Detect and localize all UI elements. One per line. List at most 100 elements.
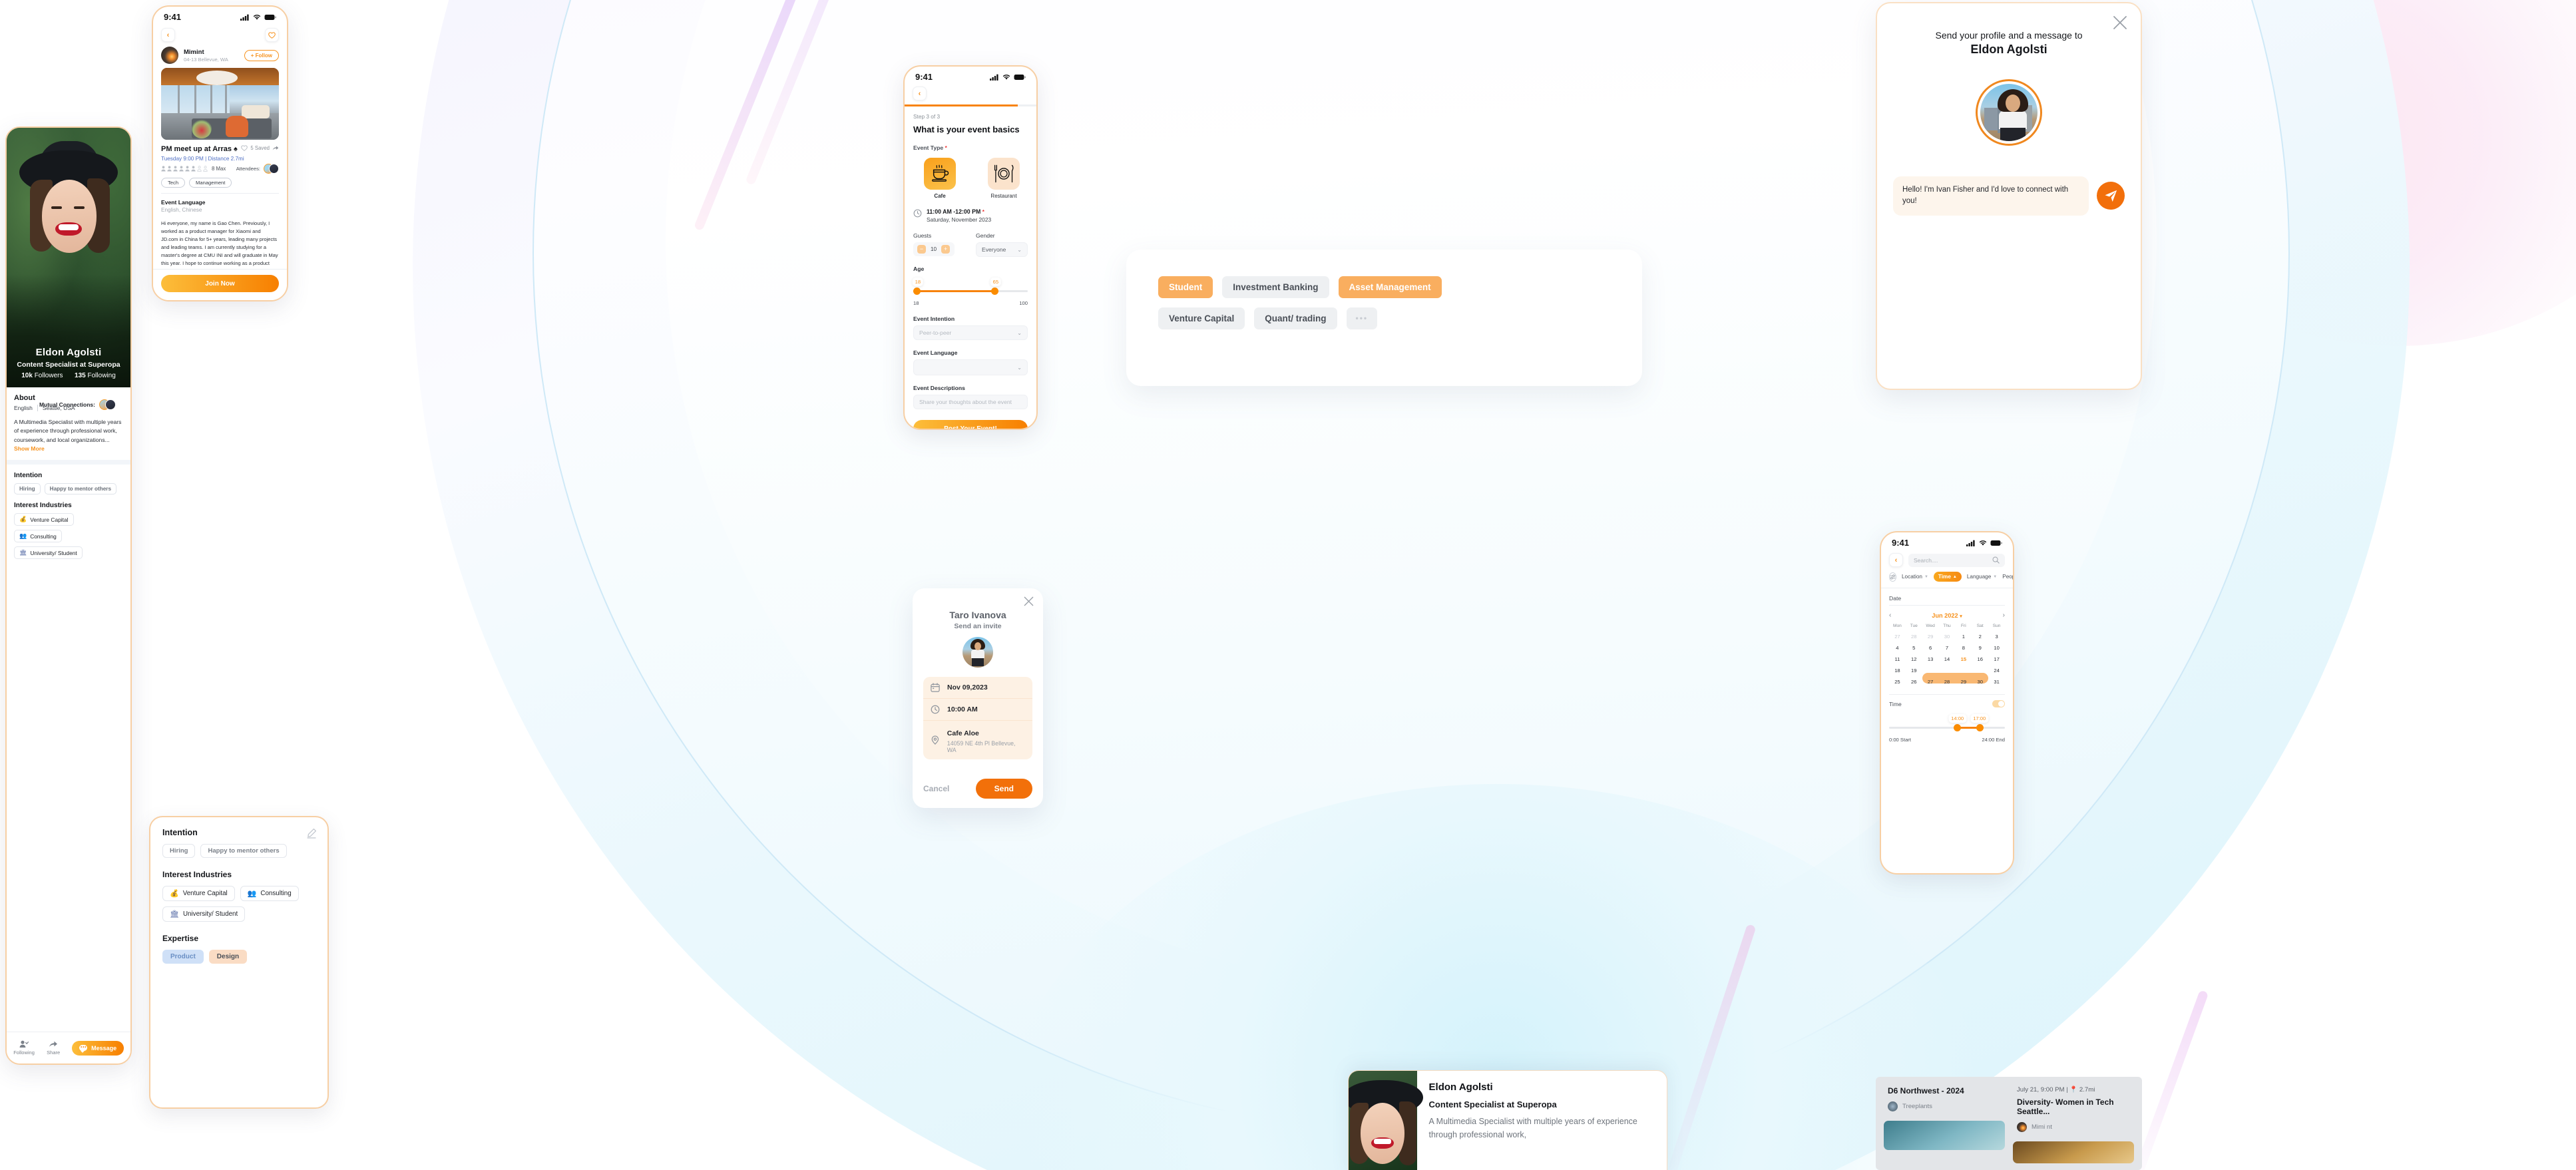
filter-chip-quant-trading[interactable]: Quant/ trading bbox=[1254, 307, 1337, 329]
close-icon[interactable] bbox=[1024, 596, 1034, 606]
intention-chip[interactable]: Happy to mentor others bbox=[200, 844, 287, 858]
share-button[interactable]: Share bbox=[43, 1040, 64, 1056]
event-list-item[interactable]: D6 Northwest - 2024 Treeplants bbox=[1884, 1083, 2005, 1114]
calendar-day[interactable]: 25 bbox=[1889, 676, 1906, 687]
calendar-day[interactable]: 30 bbox=[1972, 676, 1988, 687]
time-toggle[interactable] bbox=[1992, 700, 2005, 707]
calendar-day[interactable]: 11 bbox=[1889, 654, 1906, 665]
expertise-chip-product[interactable]: Product bbox=[162, 950, 204, 964]
event-thumbnail[interactable] bbox=[2013, 1141, 2134, 1163]
filter-chip-student[interactable]: Student bbox=[1158, 276, 1213, 298]
filter-time[interactable]: Time ▲ bbox=[1933, 572, 1962, 582]
slider-handle-start[interactable] bbox=[1954, 724, 1962, 731]
guests-decrement-button[interactable]: − bbox=[917, 245, 926, 254]
edit-pencil-icon[interactable] bbox=[306, 828, 317, 839]
invite-location-row[interactable]: Cafe Aloe 14059 NE 4th Pl Bellevue, WA bbox=[923, 720, 1032, 759]
guests-increment-button[interactable]: + bbox=[941, 245, 951, 254]
following-button[interactable]: Following bbox=[13, 1040, 35, 1056]
calendar-day[interactable]: 13 bbox=[1922, 654, 1939, 665]
filter-chip-venture-capital[interactable]: Venture Capital bbox=[1158, 307, 1245, 329]
calendar-day[interactable]: 27 bbox=[1922, 676, 1939, 687]
back-button[interactable]: ‹ bbox=[913, 87, 927, 100]
filter-language[interactable]: Language ▼ bbox=[1967, 574, 1997, 580]
calendar-day[interactable]: 8 bbox=[1955, 642, 1972, 654]
calendar-day[interactable]: 3 bbox=[1988, 631, 2005, 642]
calendar-day[interactable]: 2 bbox=[1972, 631, 1988, 642]
calendar-day[interactable]: 29 bbox=[1955, 676, 1972, 687]
filter-location[interactable]: Location ▼ bbox=[1902, 574, 1928, 580]
event-host-row[interactable]: Mimint 04-13 Bellevue, WA + Follow bbox=[153, 43, 287, 68]
event-time-row[interactable]: 11:00 AM -12:00 PM * Saturday, November … bbox=[913, 208, 1028, 223]
industry-chip[interactable]: 👥 Consulting bbox=[14, 530, 62, 543]
calendar-day[interactable]: 31 bbox=[1988, 676, 2005, 687]
follow-button[interactable]: + Follow bbox=[244, 49, 279, 61]
event-description-input[interactable]: Share your thoughts about the event bbox=[913, 395, 1028, 409]
event-language-select[interactable]: ⌄ bbox=[913, 359, 1028, 375]
calendar-day[interactable]: 17 bbox=[1988, 654, 2005, 665]
invite-time-row[interactable]: 10:00 AM bbox=[923, 698, 1032, 720]
event-intention-select[interactable]: Peer-to-peer ⌄ bbox=[913, 325, 1028, 340]
age-range-slider[interactable]: 18 65 bbox=[912, 278, 1028, 297]
filter-chip-more[interactable]: ••• bbox=[1346, 307, 1378, 329]
send-button[interactable]: Send bbox=[975, 779, 1032, 799]
guests-stepper[interactable]: − 10 + bbox=[913, 242, 955, 256]
event-tag[interactable]: Management bbox=[189, 178, 232, 188]
industry-chip[interactable]: 🏛 University/ Student bbox=[14, 546, 83, 560]
calendar-day[interactable]: 23 bbox=[1972, 665, 1988, 676]
event-type-restaurant[interactable]: Restaurant bbox=[988, 158, 1020, 199]
calendar-day[interactable]: 22 bbox=[1955, 665, 1972, 676]
invite-date-row[interactable]: Nov 09,2023 bbox=[923, 677, 1032, 698]
calendar-day[interactable]: 9 bbox=[1972, 642, 1988, 654]
cancel-button[interactable]: Cancel bbox=[923, 784, 949, 793]
calendar-day[interactable]: 10 bbox=[1988, 642, 2005, 654]
calendar-day[interactable]: 20 bbox=[1922, 665, 1939, 676]
message-button[interactable]: ••• Message bbox=[72, 1040, 124, 1056]
prev-month-button[interactable]: ‹ bbox=[1889, 612, 1891, 619]
calendar-day[interactable]: 18 bbox=[1889, 665, 1906, 676]
calendar-day[interactable]: 16 bbox=[1972, 654, 1988, 665]
calendar-day[interactable]: 12 bbox=[1906, 654, 1922, 665]
next-month-button[interactable]: › bbox=[2003, 612, 2005, 619]
calendar-day[interactable]: 1 bbox=[1955, 631, 1972, 642]
filter-chip-investment-banking[interactable]: Investment Banking bbox=[1222, 276, 1329, 298]
event-thumbnail[interactable] bbox=[1884, 1121, 2005, 1150]
calendar-day[interactable]: 29 bbox=[1922, 631, 1939, 642]
calendar-day[interactable]: 14 bbox=[1939, 654, 1956, 665]
industry-chip[interactable]: 🏛 University/ Student bbox=[162, 906, 246, 922]
filter-settings-icon[interactable] bbox=[1889, 572, 1896, 582]
slider-handle-max[interactable] bbox=[990, 288, 998, 295]
filter-chip-asset-management[interactable]: Asset Management bbox=[1338, 276, 1442, 298]
slider-handle-end[interactable] bbox=[1976, 724, 1984, 731]
calendar-day[interactable]: 27 bbox=[1889, 631, 1906, 642]
back-button[interactable]: ‹ bbox=[1889, 553, 1903, 567]
industry-chip[interactable]: 👥 Consulting bbox=[240, 886, 299, 901]
intention-chip[interactable]: Hiring bbox=[14, 483, 41, 495]
calendar-day[interactable]: 21 bbox=[1939, 665, 1956, 676]
calendar-day[interactable]: 24 bbox=[1988, 665, 2005, 676]
intention-chip[interactable]: Hiring bbox=[162, 844, 196, 858]
back-button[interactable]: ‹ bbox=[161, 28, 175, 42]
close-icon[interactable] bbox=[2113, 15, 2127, 30]
calendar-day[interactable]: 30 bbox=[1939, 631, 1956, 642]
show-more-link[interactable]: Show More bbox=[14, 445, 45, 452]
event-tag[interactable]: Tech bbox=[161, 178, 186, 188]
calendar-day[interactable]: 4 bbox=[1889, 642, 1906, 654]
post-event-button[interactable]: Post Your Event! bbox=[913, 420, 1028, 429]
favorite-button[interactable] bbox=[265, 28, 279, 42]
filter-people[interactable]: People▼ bbox=[2002, 574, 2013, 580]
event-type-cafe[interactable]: Cafe bbox=[924, 158, 956, 199]
industry-chip[interactable]: 💰 Venture Capital bbox=[14, 513, 74, 526]
intention-chip[interactable]: Happy to mentor others bbox=[44, 483, 117, 495]
calendar-day[interactable]: 28 bbox=[1939, 676, 1956, 687]
event-list-item[interactable]: July 21, 9:00 PM | 📍 2.7mi Diversity- Wo… bbox=[2013, 1083, 2134, 1135]
calendar-day[interactable]: 6 bbox=[1922, 642, 1939, 654]
time-range-slider[interactable]: 14:00 17:00 bbox=[1889, 714, 2005, 734]
calendar-day[interactable]: 5 bbox=[1906, 642, 1922, 654]
industry-chip[interactable]: 💰 Venture Capital bbox=[162, 886, 235, 901]
calendar-day[interactable]: 19 bbox=[1906, 665, 1922, 676]
gender-select[interactable]: Everyone ⌄ bbox=[976, 242, 1028, 257]
send-message-button[interactable] bbox=[2097, 182, 2125, 210]
calendar-day[interactable]: 26 bbox=[1906, 676, 1922, 687]
join-now-button[interactable]: Join Now bbox=[161, 275, 279, 292]
calendar-month[interactable]: Jun 2022 ▾ bbox=[1932, 612, 1962, 619]
